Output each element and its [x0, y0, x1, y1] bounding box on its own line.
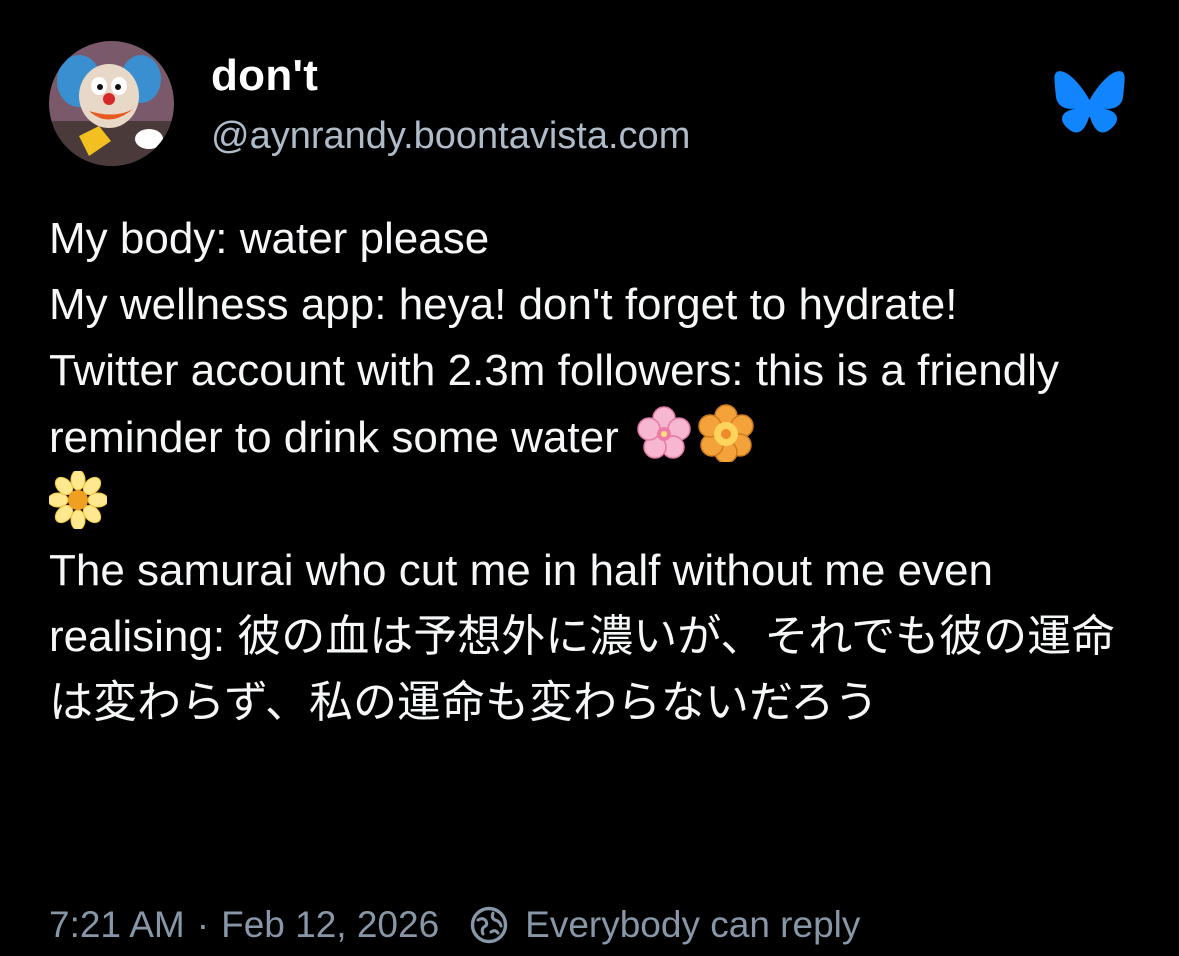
author-display-name[interactable]: don't: [211, 50, 318, 102]
post-time: 7:21 AM: [49, 904, 185, 945]
post-line-4: The samurai who cut me in half without m…: [49, 546, 1116, 727]
post-date: Feb 12, 2026: [221, 904, 440, 945]
post-line-3-text: Twitter account with 2.3m followers: thi…: [49, 346, 1059, 462]
post-card: don't @aynrandy.boontavista.com My body:…: [0, 0, 1179, 956]
daisy-row: [49, 471, 1134, 538]
cherry-blossom-icon: [635, 404, 693, 462]
post-meta: 7:21 AM · Feb 12, 2026 Everybody can rep…: [49, 901, 860, 949]
daisy-icon: [49, 471, 107, 529]
bluesky-butterfly-icon: [1053, 70, 1126, 134]
meta-separator: ·: [196, 904, 210, 945]
post-line-1: My body: water please: [49, 214, 490, 263]
author-handle[interactable]: @aynrandy.boontavista.com: [211, 113, 690, 159]
post-line-3: Twitter account with 2.3m followers: thi…: [49, 338, 1134, 471]
reply-setting[interactable]: Everybody can reply: [525, 904, 860, 946]
post-text: My body: water please My wellness app: h…: [49, 206, 1134, 736]
post-line-2: My wellness app: heya! don't forget to h…: [49, 280, 958, 329]
globe-reply-icon[interactable]: [469, 905, 509, 945]
rosette-flower-icon: [697, 404, 755, 462]
clown-avatar[interactable]: [49, 41, 174, 166]
